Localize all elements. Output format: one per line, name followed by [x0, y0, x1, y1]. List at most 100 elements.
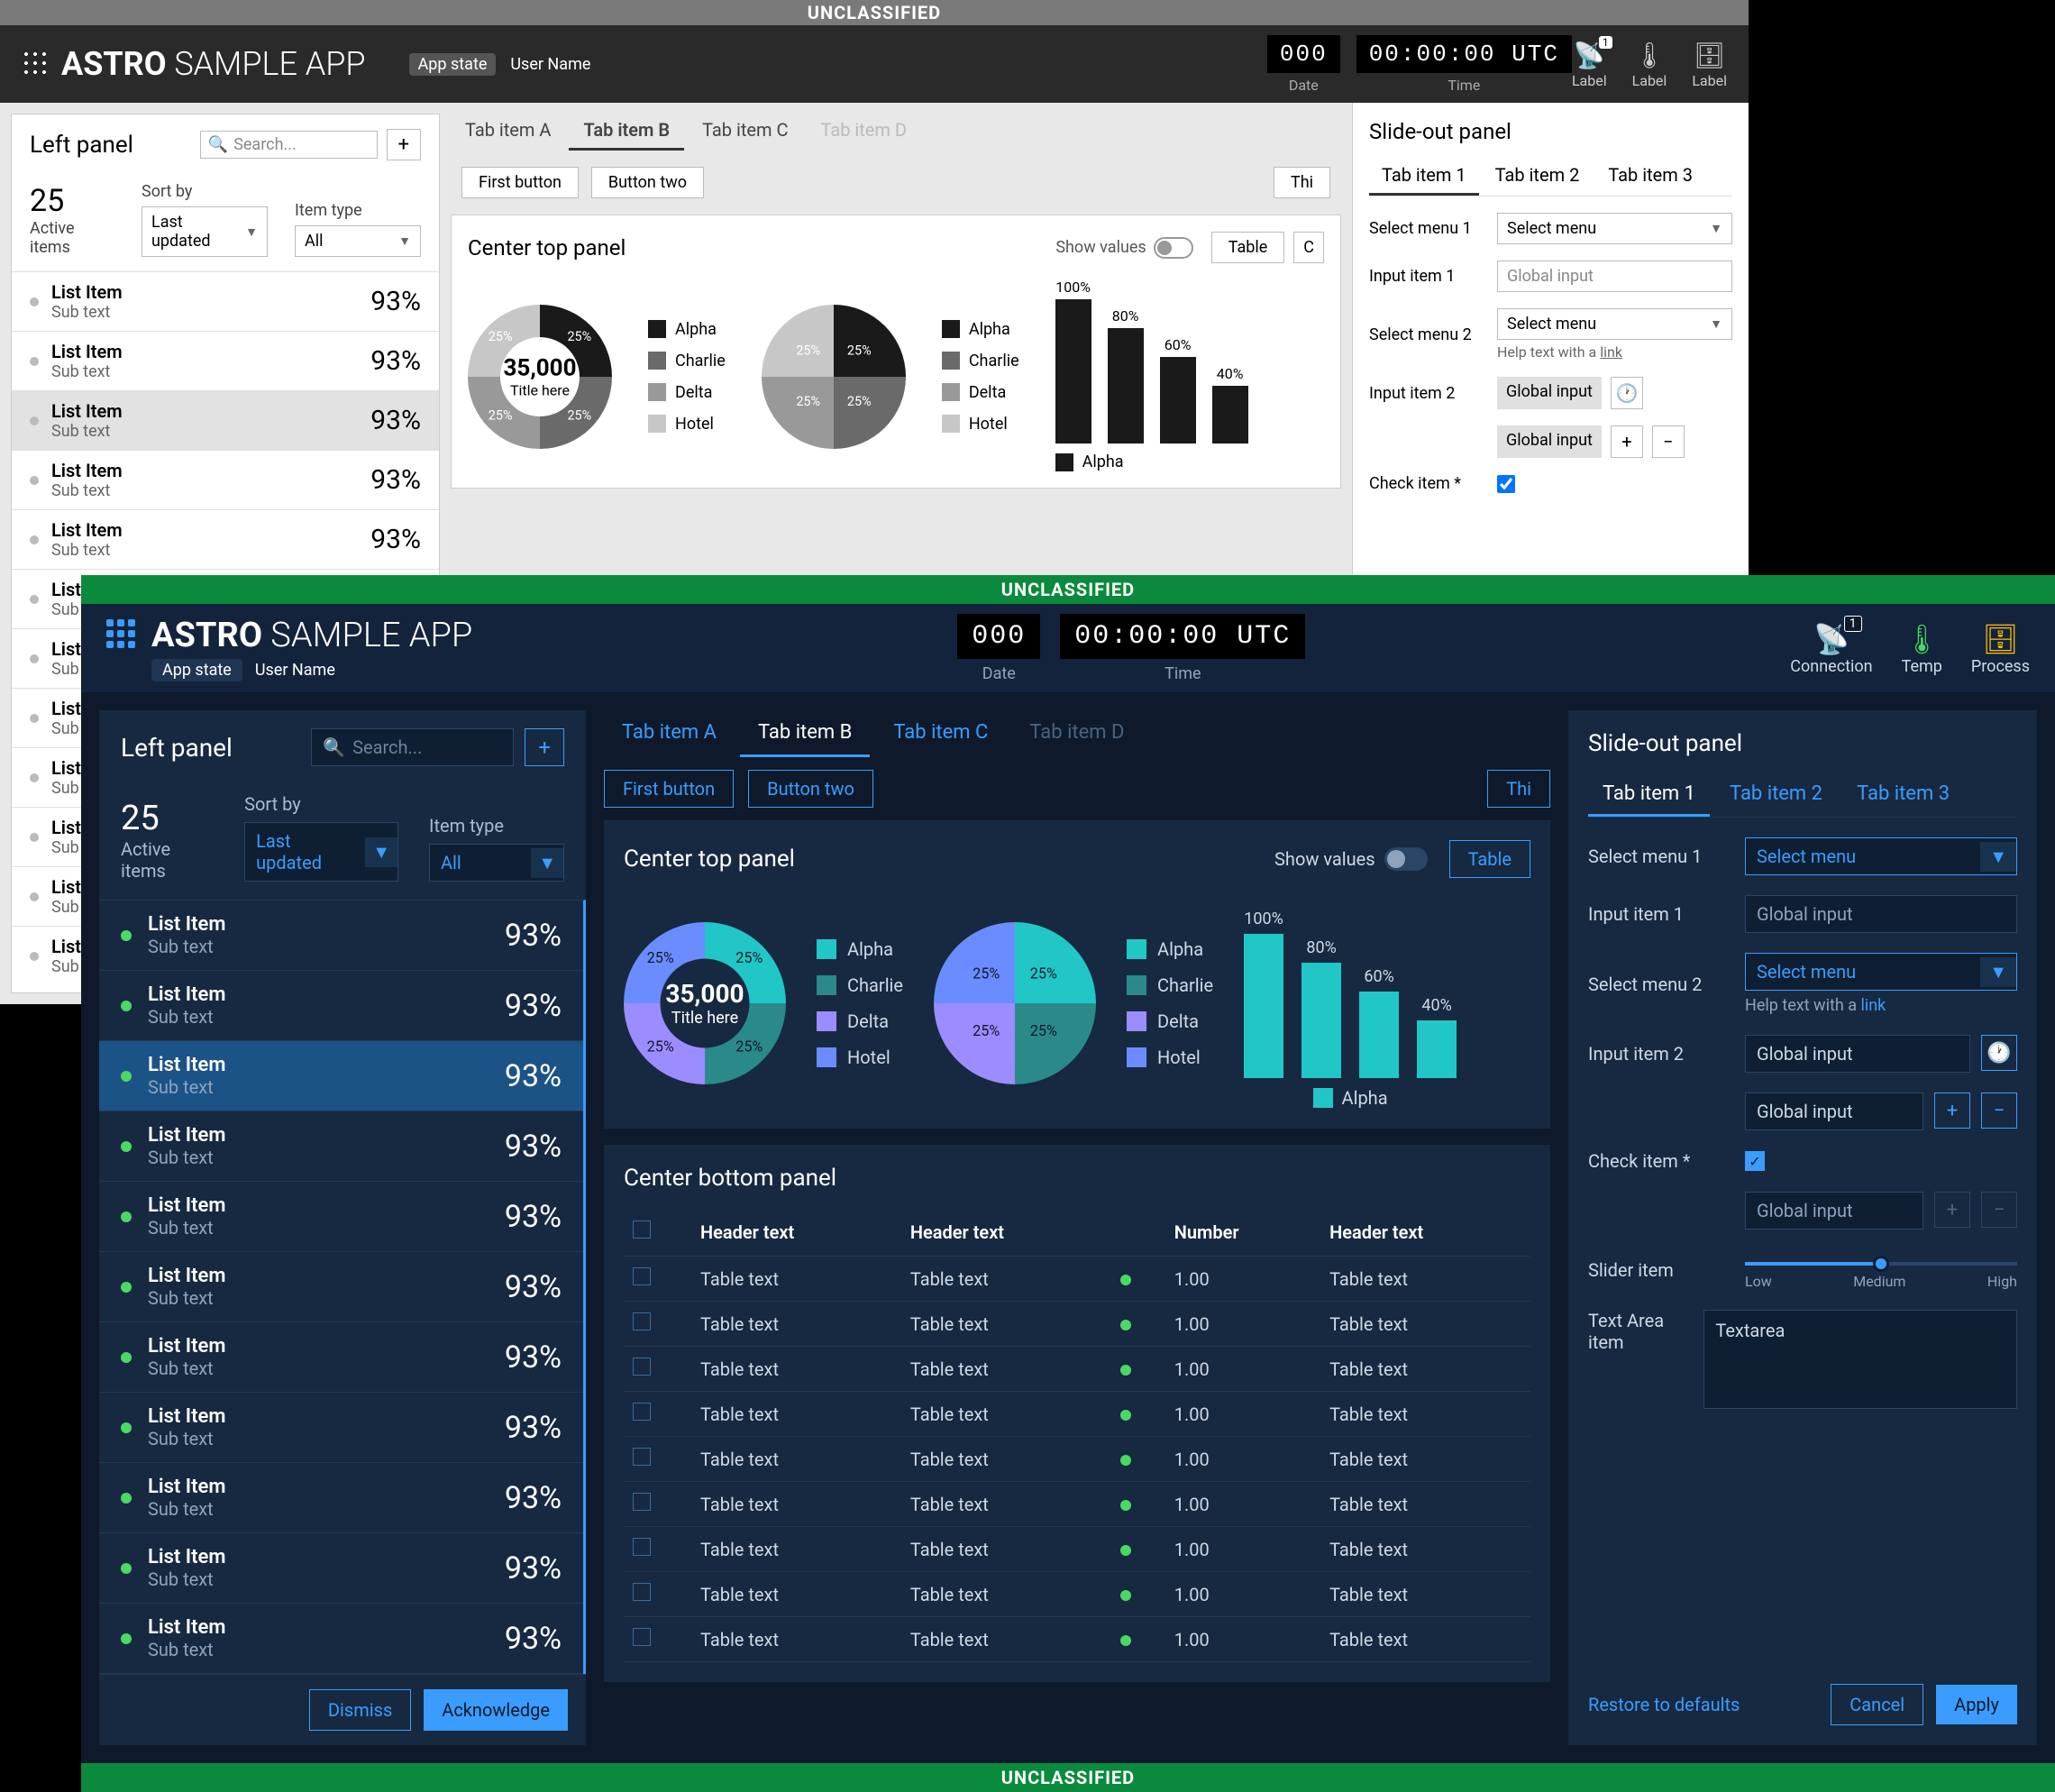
clock-icon-button[interactable]: 🕐	[1611, 377, 1643, 409]
checkbox[interactable]	[633, 1312, 651, 1330]
checkbox[interactable]	[633, 1583, 651, 1601]
checkbox[interactable]	[633, 1538, 651, 1556]
status-label[interactable]: 🌡Label	[1632, 40, 1667, 89]
add-button[interactable]: +	[525, 728, 564, 766]
button-two[interactable]: Button two	[591, 167, 704, 198]
plus-button[interactable]: +	[1934, 1093, 1970, 1129]
tab-tab-item-c[interactable]: Tab item C	[875, 710, 1006, 757]
table-row[interactable]: Table textTable text1.00Table text	[624, 1482, 1530, 1527]
input-item-1[interactable]: Global input	[1745, 895, 2017, 933]
table-row[interactable]: Table textTable text1.00Table text	[624, 1347, 1530, 1392]
checkbox[interactable]	[633, 1267, 651, 1285]
minus-button[interactable]: −	[1652, 425, 1685, 458]
check-item[interactable]	[1497, 475, 1515, 493]
slideout-tab[interactable]: Tab item 1	[1369, 157, 1479, 196]
tab-tab-item-a[interactable]: Tab item A	[451, 112, 565, 151]
third-button[interactable]: Thi	[1274, 167, 1330, 198]
tab-tab-item-c[interactable]: Tab item C	[688, 112, 802, 151]
show-values-toggle[interactable]	[1154, 237, 1193, 259]
list-item[interactable]: List ItemSub text93%	[12, 450, 439, 509]
search-input[interactable]: 🔍 Search...	[200, 131, 378, 159]
input-item-2a[interactable]: Global input	[1745, 1035, 1970, 1073]
tab-tab-item-b[interactable]: Tab item B	[569, 112, 684, 151]
cancel-button[interactable]: Cancel	[1831, 1684, 1923, 1725]
search-input[interactable]: 🔍 Search...	[311, 728, 514, 766]
sort-select[interactable]: Last updated▼	[142, 206, 268, 257]
button-two[interactable]: Button two	[748, 770, 873, 808]
minus-button[interactable]: −	[1981, 1093, 2017, 1129]
input-item-1[interactable]: Global input	[1497, 261, 1732, 292]
type-select[interactable]: All▼	[429, 844, 564, 882]
checkbox[interactable]	[633, 1448, 651, 1466]
checkbox[interactable]	[633, 1221, 651, 1239]
chart-view-button[interactable]: C	[1293, 232, 1324, 263]
help-link[interactable]: link	[1860, 996, 1886, 1015]
dismiss-button[interactable]: Dismiss	[309, 1689, 411, 1731]
table-row[interactable]: Table textTable text1.00Table text	[624, 1572, 1530, 1617]
list-item[interactable]: List ItemSub text93%	[99, 1041, 583, 1111]
app-switcher-icon[interactable]	[106, 619, 139, 652]
list-item[interactable]: List ItemSub text93%	[12, 390, 439, 450]
tab-tab-item-a[interactable]: Tab item A	[604, 710, 735, 757]
first-button[interactable]: First button	[604, 770, 734, 808]
third-button[interactable]: Thi	[1487, 770, 1550, 808]
list-item[interactable]: List ItemSub text93%	[99, 971, 583, 1041]
select-menu-2[interactable]: Select menu▼	[1497, 308, 1732, 340]
slideout-tab[interactable]: Tab item 3	[1842, 773, 1964, 817]
status-label[interactable]: 🗄Label	[1692, 40, 1727, 89]
slideout-tab[interactable]: Tab item 2	[1715, 773, 1837, 817]
list-item[interactable]: List ItemSub text93%	[99, 1111, 583, 1182]
select-menu-1[interactable]: Select menu▼	[1497, 213, 1732, 244]
sort-select[interactable]: Last updated▼	[244, 822, 398, 882]
input-chip[interactable]: Global input	[1497, 377, 1602, 409]
table-row[interactable]: Table textTable text1.00Table text	[624, 1302, 1530, 1347]
table-row[interactable]: Table textTable text1.00Table text	[624, 1617, 1530, 1662]
select-menu-2[interactable]: Select menu▼	[1745, 953, 2017, 991]
help-link[interactable]: link	[1600, 343, 1622, 361]
list-item[interactable]: List ItemSub text93%	[12, 509, 439, 569]
check-item[interactable]: ✓	[1745, 1151, 1765, 1171]
app-switcher-icon[interactable]	[22, 50, 50, 78]
list-item[interactable]: List ItemSub text93%	[99, 1322, 583, 1393]
show-values-toggle[interactable]	[1384, 847, 1428, 871]
apply-button[interactable]: Apply	[1936, 1685, 2017, 1724]
clock-icon-button[interactable]: 🕐	[1981, 1035, 2017, 1071]
table-view-button[interactable]: Table	[1449, 840, 1530, 878]
textarea[interactable]	[1703, 1310, 2017, 1409]
type-select[interactable]: All▼	[295, 225, 421, 257]
slideout-tab[interactable]: Tab item 3	[1595, 157, 1705, 196]
restore-defaults-link[interactable]: Restore to defaults	[1588, 1694, 1740, 1715]
slideout-tab[interactable]: Tab item 1	[1588, 773, 1710, 817]
list-item[interactable]: List ItemSub text93%	[99, 1463, 583, 1533]
add-button[interactable]: +	[387, 129, 421, 160]
status-label[interactable]: 📡1Label	[1572, 40, 1607, 89]
checkbox[interactable]	[633, 1358, 651, 1376]
table-row[interactable]: Table textTable text1.00Table text	[624, 1527, 1530, 1572]
checkbox[interactable]	[633, 1628, 651, 1646]
list-item[interactable]: List ItemSub text93%	[99, 901, 583, 971]
slider[interactable]: LowMediumHigh	[1745, 1249, 2017, 1290]
list-item[interactable]: List ItemSub text93%	[12, 331, 439, 390]
list-item[interactable]: List ItemSub text93%	[99, 1252, 583, 1322]
status-connection[interactable]: 📡1Connection	[1790, 621, 1872, 676]
input-item-2b[interactable]: Global input	[1745, 1093, 1923, 1130]
list-item[interactable]: List ItemSub text93%	[12, 271, 439, 331]
table-row[interactable]: Table textTable text1.00Table text	[624, 1392, 1530, 1437]
acknowledge-button[interactable]: Acknowledge	[424, 1689, 568, 1731]
list-item[interactable]: List ItemSub text93%	[99, 1393, 583, 1463]
status-process[interactable]: 🗄Process	[1971, 621, 2030, 676]
checkbox[interactable]	[633, 1493, 651, 1511]
table-view-button[interactable]: Table	[1211, 232, 1285, 263]
list-item[interactable]: List ItemSub text93%	[99, 1604, 583, 1674]
status-temp[interactable]: 🌡Temp	[1902, 621, 1942, 676]
tab-tab-item-b[interactable]: Tab item B	[740, 710, 870, 757]
table-row[interactable]: Table textTable text1.00Table text	[624, 1257, 1530, 1302]
list-item[interactable]: List ItemSub text93%	[99, 1533, 583, 1604]
first-button[interactable]: First button	[461, 167, 579, 198]
slideout-tab[interactable]: Tab item 2	[1483, 157, 1593, 196]
select-menu-1[interactable]: Select menu▼	[1745, 837, 2017, 875]
input-chip[interactable]: Global input	[1497, 425, 1602, 458]
checkbox[interactable]	[633, 1403, 651, 1421]
list-item[interactable]: List ItemSub text93%	[99, 1182, 583, 1252]
table-row[interactable]: Table textTable text1.00Table text	[624, 1437, 1530, 1482]
